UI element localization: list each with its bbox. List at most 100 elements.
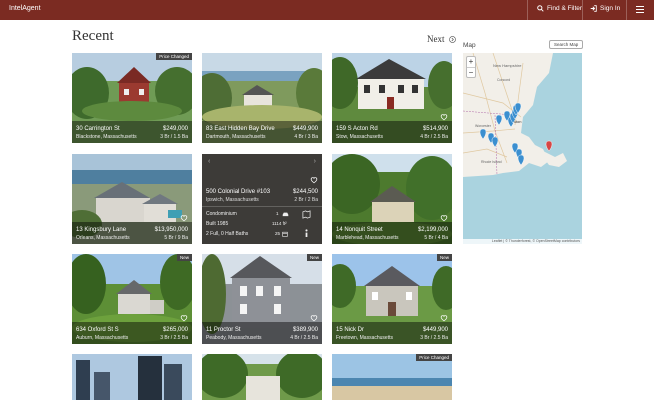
listing-address: 30 Carrington St xyxy=(76,126,120,132)
sign-in-label: Sign In xyxy=(600,5,621,12)
status-badge: New xyxy=(306,254,322,261)
listing-card[interactable] xyxy=(72,354,192,400)
property-type: Condominium xyxy=(206,211,237,217)
listing-address: 14 Nonquit Street xyxy=(336,227,383,233)
favorite-heart-icon[interactable] xyxy=(310,176,318,184)
listing-card[interactable]: New 11 Proctor St Peabody, Massachusetts… xyxy=(202,254,322,344)
chevron-right-icon xyxy=(448,35,456,43)
listing-city: Auburn, Massachusetts xyxy=(76,335,129,341)
days-on-market: 25 xyxy=(275,231,281,236)
listing-address: 13 Kingsbury Lane xyxy=(76,227,127,233)
sign-in-button[interactable]: Sign In xyxy=(590,5,620,12)
section-title: Recent xyxy=(72,28,114,44)
status-badge: Price Changed xyxy=(156,53,192,60)
listing-city: Blackstone, Massachusetts xyxy=(76,134,137,140)
map-markers[interactable] xyxy=(463,53,582,244)
next-label: Next xyxy=(427,34,445,44)
status-badge: New xyxy=(436,254,452,261)
search-icon xyxy=(537,5,544,12)
listing-price: $389,900 xyxy=(292,327,318,333)
detail-city: Ipswich, Massachusetts xyxy=(206,197,259,203)
listing-card[interactable]: 83 East Hidden Bay Drive Dartmouth, Mass… xyxy=(202,53,322,143)
listing-city: Freetown, Massachusetts xyxy=(336,335,393,341)
listing-address: 83 East Hidden Bay Drive xyxy=(206,126,275,132)
listing-beds-baths: 4 Br / 3 Ba xyxy=(294,134,318,140)
find-filter-button[interactable]: Find & Filter xyxy=(537,5,582,12)
listing-price: $249,000 xyxy=(162,126,188,132)
listing-price: $449,900 xyxy=(292,126,318,132)
garage-count: 1 xyxy=(276,211,279,216)
map-title: Map xyxy=(463,42,476,49)
listing-photo xyxy=(202,354,322,400)
listing-beds-baths: 5 Br / 4 Ba xyxy=(424,235,448,241)
status-badge: Price Changed xyxy=(416,354,452,361)
listing-price: $13,950,000 xyxy=(154,227,188,233)
listing-card[interactable]: 13 Kingsbury Lane Orleans, Massachusetts… xyxy=(72,154,192,244)
listing-city: Stow, Massachusetts xyxy=(336,134,383,140)
info-icon[interactable] xyxy=(303,229,310,238)
favorite-heart-icon[interactable] xyxy=(440,214,448,222)
listing-card[interactable]: 159 S Acton Rd Stow, Massachusetts $514,… xyxy=(332,53,452,143)
map-marker-icon[interactable] xyxy=(495,114,503,126)
listing-address: 15 Nick Dr xyxy=(336,327,365,333)
listing-card[interactable]: Price Changed xyxy=(332,354,452,400)
divider xyxy=(202,206,322,207)
chevron-right-icon[interactable]: › xyxy=(314,158,316,165)
listing-address: 159 S Acton Rd xyxy=(336,126,378,132)
listing-address: 11 Proctor St xyxy=(206,327,241,333)
listing-city: Peabody, Massachusetts xyxy=(206,335,262,341)
listing-beds-baths: 3 Br / 2.5 Ba xyxy=(160,335,188,341)
favorite-heart-icon[interactable] xyxy=(440,314,448,322)
listing-card[interactable] xyxy=(202,354,322,400)
map-icon[interactable] xyxy=(302,210,311,219)
next-link[interactable]: Next xyxy=(427,34,456,44)
map-attribution[interactable]: Leaflet | © Thunderforest, © OpenStreetM… xyxy=(463,239,582,244)
search-map-button[interactable]: Search Map xyxy=(549,40,584,49)
listing-price: $449,900 xyxy=(422,327,448,333)
favorite-heart-icon[interactable] xyxy=(440,113,448,121)
square-footage: 1114 ft² xyxy=(272,221,287,226)
listing-address: 634 Oxford St S xyxy=(76,327,119,333)
map-marker-icon[interactable] xyxy=(517,154,525,166)
car-icon xyxy=(282,212,289,217)
divider xyxy=(626,0,627,20)
sign-in-icon xyxy=(590,5,597,12)
top-bar: IntelAgent Find & Filter Sign In xyxy=(0,0,654,20)
listing-beds-baths: 4 Br / 2.5 Ba xyxy=(420,134,448,140)
map-marker-icon[interactable] xyxy=(545,140,553,152)
listing-card[interactable]: Price Changed 30 Carrington St Blackston… xyxy=(72,53,192,143)
baths-detail: 2 Full, 0 Half Baths xyxy=(206,231,249,237)
listing-price: $2,199,000 xyxy=(417,227,448,233)
map-view[interactable]: New Hampshire Concord Worcester Boston R… xyxy=(463,53,582,244)
find-filter-label: Find & Filter xyxy=(547,5,583,12)
listing-beds-baths: 4 Br / 2.5 Ba xyxy=(290,335,318,341)
listing-card[interactable]: New 634 Oxford St S Auburn, Massachusett… xyxy=(72,254,192,344)
listing-beds-baths: 3 Br / 2.5 Ba xyxy=(420,335,448,341)
map-marker-icon[interactable] xyxy=(491,136,499,148)
status-badge: New xyxy=(176,254,192,261)
listing-city: Orleans, Massachusetts xyxy=(76,235,130,241)
detail-address: 500 Colonial Drive #103 xyxy=(206,189,271,195)
listing-beds-baths: 3 Br / 1.5 Ba xyxy=(160,134,188,140)
listing-photo xyxy=(72,354,192,400)
listing-card[interactable]: 14 Nonquit Street Marblehead, Massachuse… xyxy=(332,154,452,244)
hamburger-menu-icon[interactable] xyxy=(636,6,644,14)
map-marker-icon[interactable] xyxy=(479,128,487,140)
favorite-heart-icon[interactable] xyxy=(310,314,318,322)
listing-city: Marblehead, Massachusetts xyxy=(336,235,399,241)
chevron-left-icon[interactable]: ‹ xyxy=(208,158,210,165)
detail-price: $244,500 xyxy=(292,189,318,195)
calendar-icon xyxy=(282,231,288,237)
listing-detail-card[interactable]: ‹ › 500 Colonial Drive #103 Ipswich, Mas… xyxy=(202,154,322,244)
brand-logo[interactable]: IntelAgent xyxy=(9,5,41,12)
divider xyxy=(527,0,528,20)
listing-price: $265,000 xyxy=(162,327,188,333)
listing-price: $514,900 xyxy=(422,126,448,132)
favorite-heart-icon[interactable] xyxy=(180,214,188,222)
divider xyxy=(582,0,583,20)
year-built: Built 1985 xyxy=(206,221,229,227)
listing-card[interactable]: New 15 Nick Dr Freetown, Massachusetts $… xyxy=(332,254,452,344)
favorite-heart-icon[interactable] xyxy=(180,314,188,322)
detail-beds-baths: 2 Br / 2 Ba xyxy=(294,197,318,203)
listing-beds-baths: 5 Br / 9 Ba xyxy=(164,235,188,241)
